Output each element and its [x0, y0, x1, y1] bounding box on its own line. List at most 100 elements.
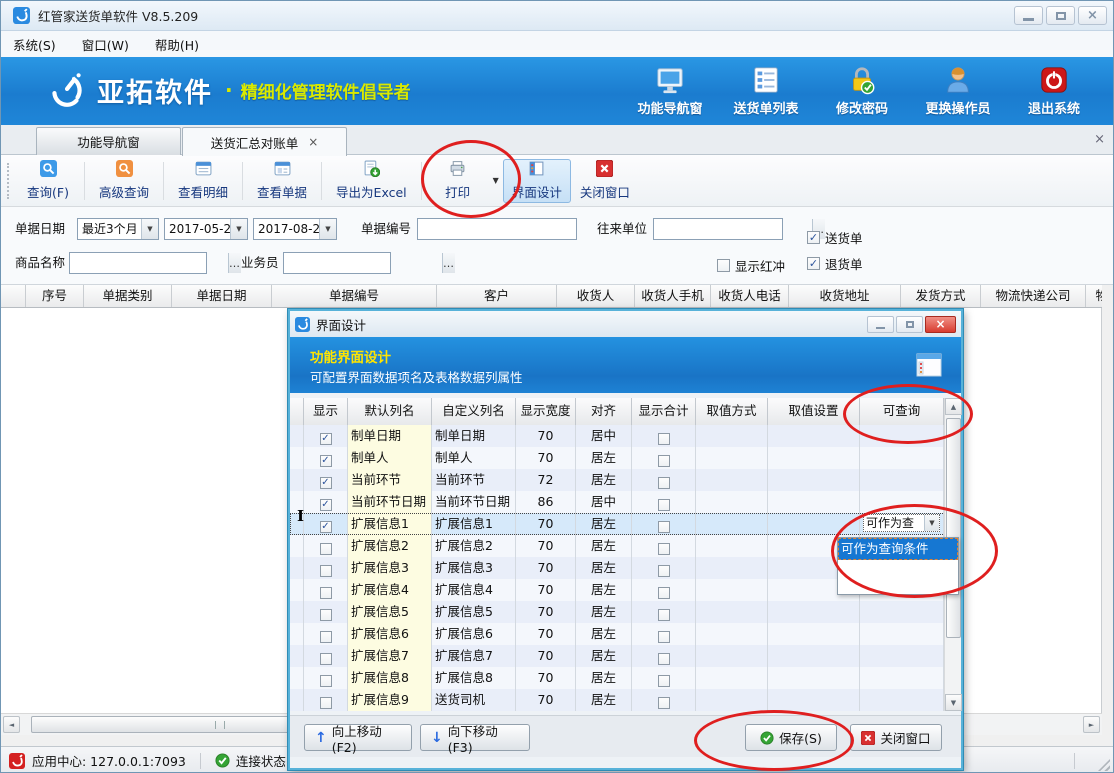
grid-cell-width[interactable]: 70 [516, 623, 576, 645]
show-checkbox[interactable] [320, 675, 332, 687]
grid-cell-custom-name[interactable]: 扩展信息6 [432, 623, 516, 645]
grid-cell-custom-name[interactable]: 扩展信息1 [432, 513, 516, 535]
product-input[interactable]: … [69, 252, 207, 274]
show-checkbox[interactable] [320, 697, 332, 709]
toolbar-button-excel-icon[interactable]: 导出为Excel [327, 159, 416, 203]
grid-cell-width[interactable]: 70 [516, 667, 576, 689]
total-checkbox[interactable] [658, 565, 670, 577]
grid-cell-align[interactable]: 居左 [576, 513, 632, 535]
scroll-up-icon[interactable]: ▲ [945, 398, 962, 415]
total-checkbox[interactable] [658, 653, 670, 665]
main-column-header[interactable]: 单据编号 [272, 285, 437, 308]
grid-row[interactable]: ✓扩展信息1扩展信息170居左可作为查▼ [290, 513, 961, 535]
partner-field[interactable] [654, 219, 812, 239]
grid-cell-width[interactable]: 70 [516, 557, 576, 579]
total-checkbox[interactable] [658, 477, 670, 489]
tab-function-nav[interactable]: 功能导航窗 [36, 127, 181, 155]
grid-cell-custom-name[interactable]: 扩展信息5 [432, 601, 516, 623]
salesman-field[interactable] [284, 253, 442, 273]
show-checkbox[interactable] [320, 543, 332, 555]
grid-cell-align[interactable]: 居左 [576, 557, 632, 579]
show-red-checkbox[interactable] [717, 259, 730, 272]
dialog-minimize-button[interactable] [867, 316, 894, 333]
dialog-close-window-button[interactable]: 关闭窗口 [850, 724, 942, 751]
billno-field[interactable] [418, 219, 576, 239]
date-from-combo[interactable]: 2017-05-21 ▼ [164, 218, 248, 240]
total-checkbox[interactable] [658, 521, 670, 533]
grid-cell-default-name[interactable]: 扩展信息6 [348, 623, 432, 645]
total-checkbox[interactable] [658, 433, 670, 445]
main-column-header[interactable]: 发货方式 [901, 285, 981, 308]
show-checkbox[interactable] [320, 609, 332, 621]
grid-cell-custom-name[interactable]: 送货司机 [432, 689, 516, 711]
move-down-button[interactable]: ↓ 向下移动(F3) [420, 724, 530, 751]
grid-cell-width[interactable]: 70 [516, 601, 576, 623]
toolbar-button-bill-icon[interactable]: 查看单据 [248, 159, 316, 203]
grid-cell-default-name[interactable]: 当前环节 [348, 469, 432, 491]
grid-row[interactable]: ✓制单日期制单日期70居中 [290, 425, 961, 447]
chevron-down-icon[interactable]: ▼ [141, 219, 158, 239]
scroll-right-icon[interactable]: ► [1083, 716, 1100, 733]
grid-cell-align[interactable]: 居中 [576, 491, 632, 513]
scrollbar-thumb[interactable] [946, 418, 961, 638]
grid-cell-width[interactable]: 70 [516, 645, 576, 667]
show-checkbox[interactable]: ✓ [320, 499, 332, 511]
dropdown-item-queryable[interactable]: 可作为查询条件 [838, 538, 958, 560]
tabstrip-close-icon[interactable]: × [1094, 132, 1105, 147]
grid-row[interactable]: ✓当前环节日期当前环节日期86居中 [290, 491, 961, 513]
grid-cell-custom-name[interactable]: 扩展信息7 [432, 645, 516, 667]
grid-cell-align[interactable]: 居左 [576, 667, 632, 689]
grid-cell-width[interactable]: 70 [516, 535, 576, 557]
date-to-combo[interactable]: 2017-08-21 ▼ [253, 218, 337, 240]
minimize-button[interactable] [1014, 6, 1043, 25]
menu-help[interactable]: 帮助(H) [155, 35, 199, 54]
grid-cell-align[interactable]: 居左 [576, 447, 632, 469]
show-checkbox[interactable]: ✓ [320, 521, 332, 533]
total-checkbox[interactable] [658, 543, 670, 555]
grid-cell-align[interactable]: 居左 [576, 579, 632, 601]
grid-cell-custom-name[interactable]: 制单人 [432, 447, 516, 469]
show-checkbox[interactable] [320, 587, 332, 599]
main-column-header[interactable]: 收货人手机 [635, 285, 711, 308]
grid-cell-align[interactable]: 居左 [576, 623, 632, 645]
delivery-checkbox[interactable]: ✓ [807, 231, 820, 244]
show-checkbox[interactable]: ✓ [320, 477, 332, 489]
main-column-header[interactable]: 单据日期 [172, 285, 272, 308]
billno-input[interactable] [417, 218, 577, 240]
grid-row[interactable]: ✓制单人制单人70居左 [290, 447, 961, 469]
grid-cell-custom-name[interactable]: 扩展信息3 [432, 557, 516, 579]
total-checkbox[interactable] [658, 631, 670, 643]
grid-cell-width[interactable]: 70 [516, 579, 576, 601]
banner-action-5[interactable]: 退出系统 [1013, 65, 1095, 117]
save-button[interactable]: 保存(S) [745, 724, 837, 751]
grid-cell-width[interactable]: 70 [516, 513, 576, 535]
grid-row[interactable]: 扩展信息8扩展信息870居左 [290, 667, 961, 689]
chevron-down-icon[interactable]: ▼ [230, 219, 247, 239]
lookup-ellipsis-icon[interactable]: … [442, 253, 455, 273]
grid-row[interactable]: 扩展信息9送货司机70居左 [290, 689, 961, 711]
grid-cell-default-name[interactable]: 扩展信息9 [348, 689, 432, 711]
main-column-header[interactable]: 收货人电话 [711, 285, 789, 308]
show-checkbox[interactable]: ✓ [320, 433, 332, 445]
dialog-close-button[interactable]: × [925, 316, 956, 333]
grid-cell-width[interactable]: 86 [516, 491, 576, 513]
grid-cell-align[interactable]: 居中 [576, 425, 632, 447]
grid-cell-custom-name[interactable]: 扩展信息4 [432, 579, 516, 601]
main-column-header[interactable]: 物流单号 [1086, 285, 1102, 308]
grid-cell-default-name[interactable]: 制单人 [348, 447, 432, 469]
total-checkbox[interactable] [658, 587, 670, 599]
banner-action-1[interactable]: 功能导航窗 [629, 65, 711, 117]
main-column-header[interactable]: 收货地址 [789, 285, 901, 308]
grid-cell-default-name[interactable]: 扩展信息4 [348, 579, 432, 601]
show-checkbox[interactable] [320, 631, 332, 643]
grid-cell-default-name[interactable]: 扩展信息1 [348, 513, 432, 535]
grid-cell-align[interactable]: 居左 [576, 645, 632, 667]
show-checkbox[interactable] [320, 653, 332, 665]
total-checkbox[interactable] [658, 455, 670, 467]
banner-action-2[interactable]: 送货单列表 [725, 65, 807, 117]
total-checkbox[interactable] [658, 609, 670, 621]
return-checkbox[interactable]: ✓ [807, 257, 820, 270]
toolbar-button-layout-icon[interactable]: 界面设计 [503, 159, 571, 203]
grid-cell-align[interactable]: 居左 [576, 469, 632, 491]
main-column-header[interactable]: 单据类别 [84, 285, 172, 308]
